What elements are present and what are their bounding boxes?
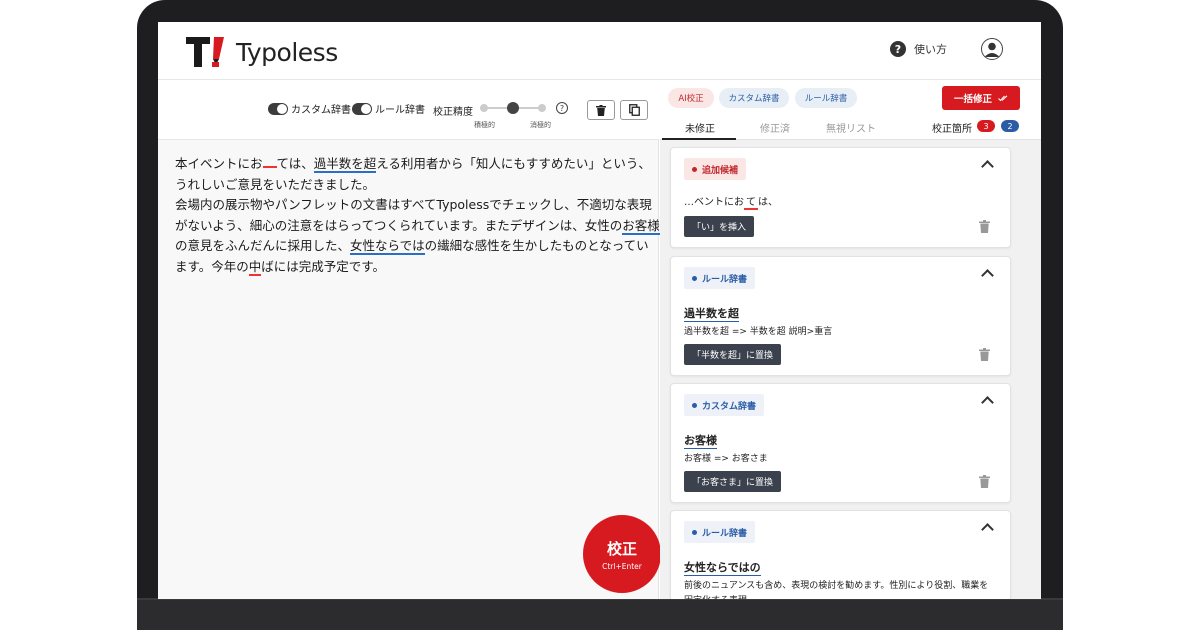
proofread-label: 校正 xyxy=(606,539,637,558)
precision-high-label: 消極的 xyxy=(530,121,551,129)
missing-char-marker[interactable] xyxy=(262,166,277,168)
editor-line: 本イベントにお ては、過半数を超える利用者から「知人にもすすめたい」という、 xyxy=(175,156,651,173)
count-label: 校正箇所 xyxy=(932,124,972,135)
chevron-up-icon[interactable] xyxy=(981,269,994,282)
toggle-label: ルール辞書 xyxy=(375,105,425,116)
apply-fix-button[interactable]: 「半数を超」に置換 xyxy=(684,344,782,365)
flagged-text[interactable]: お客様 xyxy=(622,217,660,235)
results-header: AI校正 カスタム辞書 ルール辞書 一括修正 未修正 修正済 無視リスト 校正箇… xyxy=(660,80,1041,140)
card-title: 女性ならではの xyxy=(684,561,761,576)
laptop-base xyxy=(137,598,1063,630)
apply-fix-button[interactable]: 「お客さま」に置換 xyxy=(684,471,782,492)
help-link[interactable]: 使い方 xyxy=(914,41,947,57)
user-icon[interactable] xyxy=(981,38,1003,60)
question-icon[interactable]: ? xyxy=(556,102,568,114)
tab-ignore-list[interactable]: 無視リスト xyxy=(826,120,876,135)
suggestion-card: カスタム辞書 お客様 お客様 => お客さま 「お客さま」に置換 xyxy=(670,383,1011,503)
card-context: …ベントにおては、 xyxy=(684,197,778,210)
card-title: 過半数を超 xyxy=(684,307,739,322)
chevron-up-icon[interactable] xyxy=(981,160,994,173)
editor-line: がないよう、細心の注意をはらってつくられています。またデザインは、女性のお客様 xyxy=(175,217,660,235)
card-description: お客様 => お客さま xyxy=(684,454,768,464)
editor-line: 会場内の展示物やパンフレットの文書はすべてTypolessでチェックし、不適切な… xyxy=(175,197,652,212)
proofread-button[interactable]: 校正 Ctrl+Enter xyxy=(583,515,661,593)
trash-icon xyxy=(596,104,606,116)
card-tag: カスタム辞書 xyxy=(684,394,765,416)
card-description: 前後のニュアンスも含め、表現の検討を勧めます。性別により役割、職業を固定化する表… xyxy=(684,581,989,599)
card-title: お客様 xyxy=(684,434,717,449)
fix-all-label: 一括修正 xyxy=(953,94,992,105)
copy-icon xyxy=(628,104,640,116)
logo[interactable]: Typoless xyxy=(186,35,338,69)
editor-line: ます。今年の中ばには完成予定です。 xyxy=(175,258,386,276)
custom-dict-toggle[interactable]: カスタム辞書 xyxy=(268,101,351,116)
app-name: Typoless xyxy=(236,37,338,67)
card-tag: ルール辞書 xyxy=(684,521,756,543)
slider-handle[interactable] xyxy=(507,102,519,114)
clear-button[interactable] xyxy=(587,100,615,120)
copy-button[interactable] xyxy=(620,100,648,120)
filter-custom-dict[interactable]: カスタム辞書 xyxy=(719,88,789,108)
slider-step[interactable] xyxy=(538,104,546,112)
fix-all-button[interactable]: 一括修正 xyxy=(942,86,1020,110)
toggle-label: カスタム辞書 xyxy=(291,105,351,116)
shortcut-hint: Ctrl+Enter xyxy=(602,561,642,571)
precision-low-label: 積極的 xyxy=(474,121,495,129)
editor-line: うれしいご意見をいただきました。 xyxy=(175,176,376,192)
count-badge-red: 3 xyxy=(977,120,995,132)
flagged-text[interactable]: 中 xyxy=(248,258,262,276)
help-icon[interactable]: ? xyxy=(890,41,906,57)
trash-icon[interactable] xyxy=(979,475,990,488)
flagged-text[interactable]: 女性ならでは xyxy=(350,238,425,255)
trash-icon[interactable] xyxy=(979,220,990,233)
count-badge-blue: 2 xyxy=(1001,120,1019,132)
filter-ai[interactable]: AI校正 xyxy=(668,88,714,108)
logo-icon xyxy=(186,35,228,69)
card-tag: ルール辞書 xyxy=(684,267,756,289)
chevron-up-icon[interactable] xyxy=(981,523,994,536)
suggestion-card: 追加候補 …ベントにおては、 「い」を挿入 xyxy=(670,147,1011,248)
filter-rule-dict[interactable]: ルール辞書 xyxy=(795,88,857,108)
chevron-up-icon[interactable] xyxy=(981,396,994,409)
editor-toolbar: カスタム辞書 ルール辞書 校正精度 積極的 消極的 ? xyxy=(158,80,659,140)
editor-line: の意見をふんだんに採用した、女性ならではの繊細な感性を生かしたものとなってい xyxy=(175,238,649,255)
precision-label: 校正精度 xyxy=(433,107,473,118)
slider-step[interactable] xyxy=(480,104,488,112)
editor-textarea[interactable]: 本イベントにお ては、過半数を超える利用者から「知人にもすすめたい」という、 うれ… xyxy=(175,154,660,277)
tab-unfixed[interactable]: 未修正 xyxy=(685,120,715,135)
suggestion-card: ルール辞書 過半数を超 過半数を超 => 半数を超 説明>重言 「半数を超」に置… xyxy=(670,256,1011,376)
flagged-text[interactable]: 過半数を超 xyxy=(313,156,377,173)
results-panel: AI校正 カスタム辞書 ルール辞書 一括修正 未修正 修正済 無視リスト 校正箇… xyxy=(660,80,1041,599)
app-window: Typoless ? 使い方 カスタム辞書 ルール辞書 校正精度 積極的 消極的… xyxy=(158,22,1041,599)
suggestion-card: ルール辞書 女性ならではの 前後のニュアンスも含め、表現の検討を勧めます。性別に… xyxy=(670,510,1011,599)
trash-icon[interactable] xyxy=(979,348,990,361)
precision-slider[interactable] xyxy=(480,102,546,114)
tab-fixed[interactable]: 修正済 xyxy=(760,120,790,135)
apply-fix-button[interactable]: 「い」を挿入 xyxy=(684,216,755,237)
toggle-switch[interactable] xyxy=(268,102,288,115)
active-tab-indicator xyxy=(662,138,736,140)
rule-dict-toggle[interactable]: ルール辞書 xyxy=(352,101,425,116)
card-tag: 追加候補 xyxy=(684,158,747,180)
app-header: Typoless ? 使い方 xyxy=(158,22,1041,80)
toggle-switch[interactable] xyxy=(352,102,372,115)
check-icon xyxy=(998,94,1008,101)
card-description: 過半数を超 => 半数を超 説明>重言 xyxy=(684,327,833,337)
editor-pane: カスタム辞書 ルール辞書 校正精度 積極的 消極的 ? 本イベントにお ては、過… xyxy=(158,80,661,599)
